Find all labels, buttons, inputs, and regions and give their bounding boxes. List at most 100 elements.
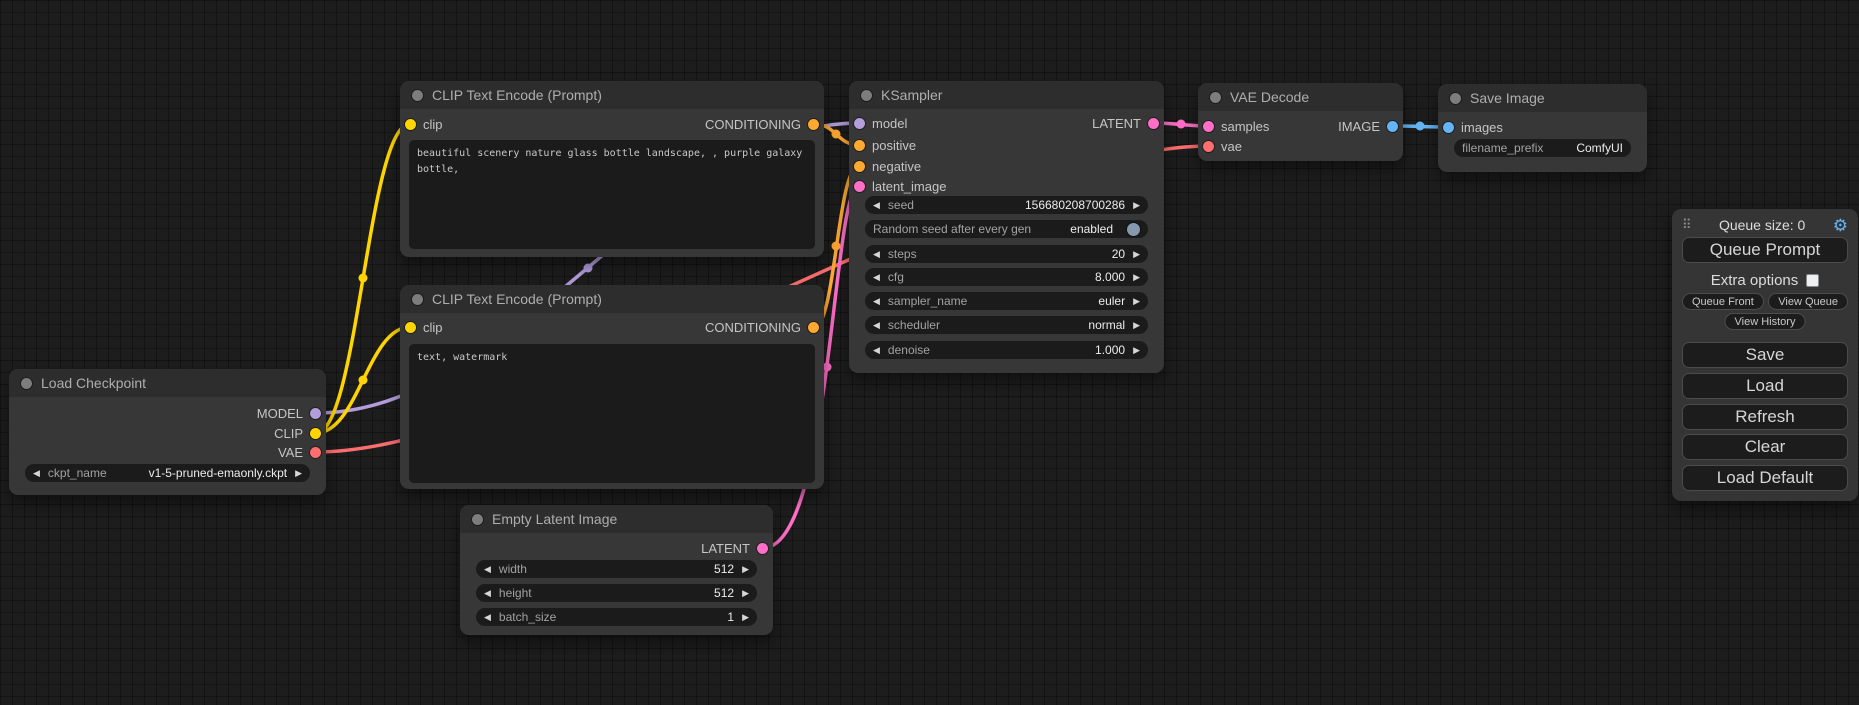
prev-arrow-icon[interactable]: ◀ — [33, 469, 40, 478]
collapse-icon[interactable] — [472, 514, 483, 525]
increment-arrow-icon[interactable]: ▶ — [742, 613, 749, 622]
denoise-widget[interactable]: ◀ denoise 1.000 ▶ — [865, 341, 1148, 359]
output-slot-model[interactable]: MODEL — [257, 405, 321, 421]
view-queue-button[interactable]: View Queue — [1768, 293, 1848, 310]
positive-prompt-textarea[interactable]: beautiful scenery nature glass bottle la… — [409, 140, 815, 249]
input-slot-positive[interactable]: positive — [854, 137, 916, 153]
negative-prompt-textarea[interactable]: text, watermark — [409, 344, 815, 483]
node-empty-latent-image[interactable]: Empty Latent Image LATENT ◀ width 512 ▶ … — [460, 505, 773, 635]
clip-slot-dot[interactable] — [405, 119, 416, 130]
decrement-arrow-icon[interactable]: ◀ — [484, 565, 491, 574]
filename-prefix-widget[interactable]: filename_prefix ComfyUI — [1454, 139, 1631, 157]
input-slot-clip[interactable]: clip — [405, 319, 443, 335]
collapse-icon[interactable] — [1450, 93, 1461, 104]
width-widget[interactable]: ◀ width 512 ▶ — [476, 560, 757, 578]
seed-widget[interactable]: ◀ seed 156680208700286 ▶ — [865, 196, 1148, 214]
node-title-bar[interactable]: KSampler — [849, 81, 1164, 109]
scheduler-widget[interactable]: ◀ scheduler normal ▶ — [865, 316, 1148, 334]
latent-slot-dot[interactable] — [854, 181, 865, 192]
clip-slot-dot[interactable] — [310, 428, 321, 439]
decrement-arrow-icon[interactable]: ◀ — [873, 273, 880, 282]
node-clip-text-encode-positive[interactable]: CLIP Text Encode (Prompt) clip CONDITION… — [400, 81, 824, 257]
node-ksampler[interactable]: KSampler model positive negative latent_… — [849, 81, 1164, 373]
conditioning-slot-dot[interactable] — [854, 161, 865, 172]
latent-slot-dot[interactable] — [1203, 121, 1214, 132]
node-title-bar[interactable]: VAE Decode — [1198, 83, 1403, 111]
input-slot-latent-image[interactable]: latent_image — [854, 178, 946, 194]
node-load-checkpoint[interactable]: Load Checkpoint MODEL CLIP VAE ◀ ckpt_na… — [9, 369, 326, 495]
prev-arrow-icon[interactable]: ◀ — [873, 321, 880, 330]
ckpt-name-widget[interactable]: ◀ ckpt_name v1-5-pruned-emaonly.ckpt ▶ — [25, 464, 310, 482]
collapse-icon[interactable] — [412, 294, 423, 305]
load-default-button[interactable]: Load Default — [1682, 465, 1848, 491]
next-arrow-icon[interactable]: ▶ — [295, 469, 302, 478]
extra-options-checkbox[interactable] — [1806, 274, 1819, 287]
view-history-button[interactable]: View History — [1725, 313, 1806, 330]
increment-arrow-icon[interactable]: ▶ — [1133, 273, 1140, 282]
input-slot-images[interactable]: images — [1443, 119, 1503, 135]
node-title-bar[interactable]: CLIP Text Encode (Prompt) — [400, 285, 824, 313]
node-title-bar[interactable]: Load Checkpoint — [9, 369, 326, 397]
node-title-bar[interactable]: Save Image — [1438, 84, 1647, 112]
conditioning-slot-dot[interactable] — [808, 322, 819, 333]
settings-gear-icon[interactable]: ⚙ — [1833, 217, 1848, 234]
next-arrow-icon[interactable]: ▶ — [1133, 297, 1140, 306]
toggle-indicator[interactable] — [1127, 223, 1140, 236]
cfg-widget[interactable]: ◀ cfg 8.000 ▶ — [865, 268, 1148, 286]
output-slot-conditioning[interactable]: CONDITIONING — [705, 116, 819, 132]
drag-handle-icon[interactable]: ⠿ — [1682, 217, 1692, 233]
node-vae-decode[interactable]: VAE Decode samples vae IMAGE — [1198, 83, 1403, 161]
steps-widget[interactable]: ◀ steps 20 ▶ — [865, 245, 1148, 263]
output-slot-vae[interactable]: VAE — [278, 444, 321, 460]
decrement-arrow-icon[interactable]: ◀ — [484, 589, 491, 598]
model-slot-dot[interactable] — [854, 118, 865, 129]
clip-slot-dot[interactable] — [405, 322, 416, 333]
decrement-arrow-icon[interactable]: ◀ — [873, 201, 880, 210]
vae-slot-dot[interactable] — [1203, 141, 1214, 152]
model-slot-dot[interactable] — [310, 408, 321, 419]
latent-slot-dot[interactable] — [757, 543, 768, 554]
increment-arrow-icon[interactable]: ▶ — [742, 589, 749, 598]
output-slot-clip[interactable]: CLIP — [274, 425, 321, 441]
increment-arrow-icon[interactable]: ▶ — [742, 565, 749, 574]
next-arrow-icon[interactable]: ▶ — [1133, 321, 1140, 330]
sampler-name-widget[interactable]: ◀ sampler_name euler ▶ — [865, 292, 1148, 310]
conditioning-slot-dot[interactable] — [808, 119, 819, 130]
collapse-icon[interactable] — [21, 378, 32, 389]
input-slot-vae[interactable]: vae — [1203, 138, 1242, 154]
conditioning-slot-dot[interactable] — [854, 140, 865, 151]
increment-arrow-icon[interactable]: ▶ — [1133, 201, 1140, 210]
random-seed-toggle-widget[interactable]: Random seed after every gen enabled — [865, 220, 1148, 238]
image-slot-dot[interactable] — [1443, 122, 1454, 133]
node-clip-text-encode-negative[interactable]: CLIP Text Encode (Prompt) clip CONDITION… — [400, 285, 824, 489]
decrement-arrow-icon[interactable]: ◀ — [873, 250, 880, 259]
increment-arrow-icon[interactable]: ▶ — [1133, 250, 1140, 259]
decrement-arrow-icon[interactable]: ◀ — [484, 613, 491, 622]
output-slot-conditioning[interactable]: CONDITIONING — [705, 319, 819, 335]
queue-prompt-button[interactable]: Queue Prompt — [1682, 237, 1848, 263]
collapse-icon[interactable] — [412, 90, 423, 101]
load-button[interactable]: Load — [1682, 373, 1848, 399]
output-slot-latent[interactable]: LATENT — [701, 540, 768, 556]
save-button[interactable]: Save — [1682, 342, 1848, 368]
input-slot-model[interactable]: model — [854, 115, 907, 131]
input-slot-clip[interactable]: clip — [405, 116, 443, 132]
menu-panel[interactable]: ⠿ Queue size: 0 ⚙ Queue Prompt Extra opt… — [1672, 209, 1858, 501]
increment-arrow-icon[interactable]: ▶ — [1133, 346, 1140, 355]
decrement-arrow-icon[interactable]: ◀ — [873, 346, 880, 355]
batch-size-widget[interactable]: ◀ batch_size 1 ▶ — [476, 608, 757, 626]
node-title-bar[interactable]: CLIP Text Encode (Prompt) — [400, 81, 824, 109]
input-slot-negative[interactable]: negative — [854, 158, 921, 174]
collapse-icon[interactable] — [1210, 92, 1221, 103]
collapse-icon[interactable] — [861, 90, 872, 101]
input-slot-samples[interactable]: samples — [1203, 118, 1269, 134]
output-slot-image[interactable]: IMAGE — [1338, 118, 1398, 134]
latent-slot-dot[interactable] — [1148, 118, 1159, 129]
node-save-image[interactable]: Save Image images filename_prefix ComfyU… — [1438, 84, 1647, 172]
clear-button[interactable]: Clear — [1682, 434, 1848, 460]
queue-front-button[interactable]: Queue Front — [1682, 293, 1764, 310]
node-title-bar[interactable]: Empty Latent Image — [460, 505, 773, 533]
vae-slot-dot[interactable] — [310, 447, 321, 458]
refresh-button[interactable]: Refresh — [1682, 404, 1848, 430]
height-widget[interactable]: ◀ height 512 ▶ — [476, 584, 757, 602]
